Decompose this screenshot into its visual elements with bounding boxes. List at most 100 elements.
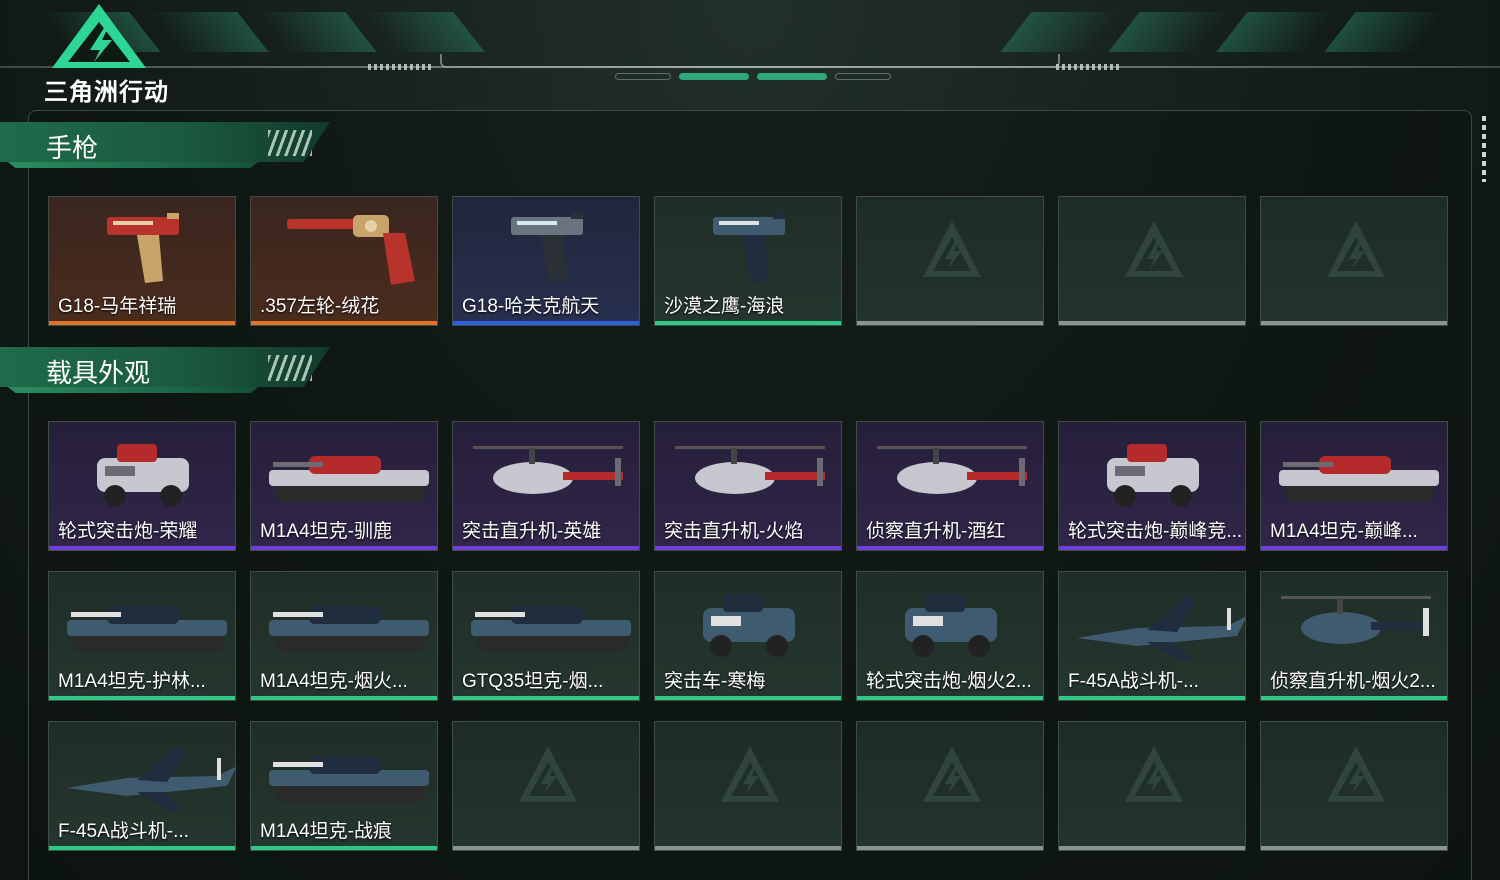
item-name: GTQ35坦克-烟... [462,671,604,692]
quality-bar [857,546,1043,550]
empty-bar [1261,321,1447,325]
game-logo-text: 三角洲行动 [44,79,169,106]
placeholder-logo-icon [721,746,779,802]
item-card[interactable]: M1A4坦克-护林... [48,571,236,701]
item-card[interactable]: G18-哈夫克航天 [452,196,640,326]
page-indicator [615,73,891,80]
tank-icon [269,606,429,652]
quality-bar [251,696,437,700]
item-name: 沙漠之鹰-海浪 [664,296,785,317]
empty-slot [1260,196,1448,326]
item-name: M1A4坦克-巅峰... [1270,521,1418,542]
quality-bar [453,696,639,700]
quality-bar [655,321,841,325]
item-name: 轮式突击炮-烟火2... [866,671,1032,692]
quality-bar [49,846,235,850]
quality-bar [1261,696,1447,700]
item-name: 突击车-寒梅 [664,671,766,692]
empty-slot [654,721,842,851]
quality-bar [251,546,437,550]
item-name: 轮式突击炮-巅峰竞... [1068,521,1243,542]
scrollbar[interactable] [1482,116,1486,182]
item-card[interactable]: M1A4坦克-驯鹿 [250,421,438,551]
item-card[interactable]: 侦察直升机-烟火2... [1260,571,1448,701]
item-card[interactable]: F-45A战斗机-... [1058,571,1246,701]
revolver-icon [287,215,415,285]
quality-bar [1059,546,1245,550]
quality-bar [251,321,437,325]
item-card[interactable]: 突击车-寒梅 [654,571,842,701]
quality-bar [1261,546,1447,550]
placeholder-logo-icon [1125,221,1183,277]
quality-bar [655,696,841,700]
item-name: .357左轮-绒花 [260,296,380,317]
collection-screen: 三角洲行动 手枪 G18-马年祥瑞 .357左轮-绒花 G18-哈夫克航天 沙漠… [0,0,1500,880]
empty-slot [1058,721,1246,851]
empty-slot [1260,721,1448,851]
quality-bar [49,696,235,700]
quality-bar [49,321,235,325]
empty-bar [655,846,841,850]
item-name: 突击直升机-英雄 [462,521,602,542]
vehicle-grid: 轮式突击炮-荣耀 M1A4坦克-驯鹿 突击直升机-英雄 突击直升机-火焰 侦察直… [48,421,1448,851]
item-name: M1A4坦克-护林... [58,671,206,692]
item-card[interactable]: F-45A战斗机-... [48,721,236,851]
item-card[interactable]: 轮式突击炮-荣耀 [48,421,236,551]
quality-bar [251,846,437,850]
section-title: 载具外观 [46,358,151,388]
item-name: G18-哈夫克航天 [462,296,600,317]
empty-slot [1058,196,1246,326]
item-card[interactable]: 突击直升机-英雄 [452,421,640,551]
item-card[interactable]: 侦察直升机-酒红 [856,421,1044,551]
quality-bar [453,546,639,550]
section-header-pistols: 手枪 [0,122,340,176]
item-card[interactable]: G18-马年祥瑞 [48,196,236,326]
item-card[interactable]: 沙漠之鹰-海浪 [654,196,842,326]
header-bracket [440,54,1060,68]
item-name: F-45A战斗机-... [1068,671,1199,692]
placeholder-logo-icon [1327,746,1385,802]
quality-bar [1059,696,1245,700]
empty-bar [857,846,1043,850]
placeholder-logo-icon [1125,746,1183,802]
quality-bar [857,696,1043,700]
item-card[interactable]: 轮式突击炮-烟火2... [856,571,1044,701]
quality-bar [453,321,639,325]
item-card[interactable]: .357左轮-绒花 [250,196,438,326]
jet-icon [67,746,235,812]
item-name: 轮式突击炮-荣耀 [58,521,198,542]
item-name: M1A4坦克-驯鹿 [260,521,392,542]
tank-icon [471,606,631,652]
item-card[interactable]: 突击直升机-火焰 [654,421,842,551]
helicopter-icon [1281,596,1431,644]
quality-bar [49,546,235,550]
item-name: M1A4坦克-烟火... [260,671,408,692]
pistol-grid: G18-马年祥瑞 .357左轮-绒花 G18-哈夫克航天 沙漠之鹰-海浪 [48,196,1448,326]
item-card[interactable]: M1A4坦克-烟火... [250,571,438,701]
top-header: 三角洲行动 [0,0,1500,106]
quality-bar [655,546,841,550]
helicopter-icon [675,446,825,494]
armored-car-icon [1107,444,1199,507]
item-card[interactable]: M1A4坦克-战痕 [250,721,438,851]
section-header-vehicles: 载具外观 [0,347,340,401]
item-card[interactable]: 轮式突击炮-巅峰竞... [1058,421,1246,551]
empty-bar [1059,846,1245,850]
tank-icon [1279,456,1439,502]
helicopter-icon [473,446,623,494]
header-stripes-right [1000,12,1446,52]
item-card[interactable]: M1A4坦克-巅峰... [1260,421,1448,551]
empty-bar [1261,846,1447,850]
pistol-icon [713,213,785,283]
item-card[interactable]: GTQ35坦克-烟... [452,571,640,701]
empty-slot [856,721,1044,851]
tank-icon [269,456,429,502]
jet-icon [1077,596,1245,662]
empty-bar [453,846,639,850]
empty-bar [857,321,1043,325]
header-hash-left [368,64,432,70]
item-name: G18-马年祥瑞 [58,296,177,317]
item-name: 侦察直升机-酒红 [866,521,1006,542]
placeholder-logo-icon [923,221,981,277]
section-title: 手枪 [46,133,99,163]
